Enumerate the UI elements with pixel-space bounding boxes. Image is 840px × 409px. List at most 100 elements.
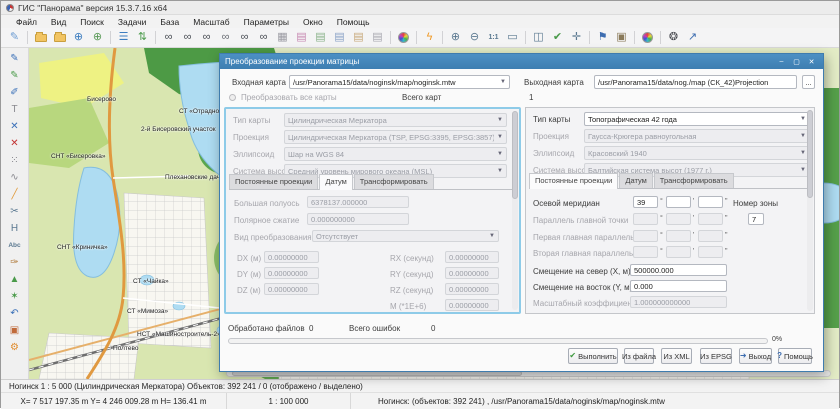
menu-item-Поиск[interactable]: Поиск bbox=[73, 16, 111, 28]
browse-button[interactable]: ... bbox=[802, 75, 815, 89]
star-icon[interactable]: ✶ bbox=[4, 289, 26, 305]
crane-icon[interactable]: T bbox=[4, 102, 26, 118]
snap-line-icon[interactable]: ∿ bbox=[4, 170, 26, 186]
dialog-maximize-button[interactable]: ▢ bbox=[790, 56, 803, 67]
horizontal-text-icon[interactable]: H bbox=[4, 221, 26, 237]
menu-item-Файл[interactable]: Файл bbox=[9, 16, 44, 28]
output-map-input[interactable]: /usr/Panorama15/data/nog./map (СК_42)Pro… bbox=[594, 75, 797, 89]
search-icon[interactable]: ∞ bbox=[159, 29, 178, 46]
view-check-icon[interactable]: ✔ bbox=[548, 29, 567, 46]
chevron-down-icon: ▼ bbox=[800, 133, 806, 139]
select-by-area-icon[interactable]: ▤ bbox=[311, 29, 330, 46]
map-scale-indicator[interactable]: 1 : 100 000 bbox=[227, 393, 351, 409]
target-tab-constants[interactable]: Постоянные проекции bbox=[529, 173, 618, 189]
scrollbar-thumb[interactable] bbox=[807, 110, 813, 198]
select-list-icon[interactable]: ▦ bbox=[273, 29, 292, 46]
menu-item-Масштаб[interactable]: Масштаб bbox=[186, 16, 236, 28]
edit-pencil-icon[interactable]: ✎ bbox=[4, 68, 26, 84]
source-panel-scrollbar[interactable] bbox=[512, 111, 518, 310]
undo-curve-icon[interactable]: ↶ bbox=[4, 306, 26, 322]
cut-object-icon[interactable]: ✂ bbox=[4, 204, 26, 220]
zone-number-input[interactable]: 7 bbox=[748, 213, 764, 225]
execute-button[interactable]: ✔ Выполнить bbox=[568, 348, 618, 364]
colorwheel-icon[interactable] bbox=[638, 29, 657, 46]
signature-icon[interactable]: ✑ bbox=[4, 255, 26, 271]
menu-item-Вид[interactable]: Вид bbox=[44, 16, 73, 28]
from-xml-button[interactable]: Из XML bbox=[661, 348, 692, 364]
split-line-icon[interactable]: ✐ bbox=[4, 85, 26, 101]
search-back-icon[interactable]: ∞ bbox=[197, 29, 216, 46]
search-object-icon[interactable]: ∞ bbox=[178, 29, 197, 46]
zoom-1-1-icon[interactable]: 1:1 bbox=[484, 29, 503, 46]
menu-item-Задачи[interactable]: Задачи bbox=[111, 16, 154, 28]
toolbar-separator bbox=[660, 31, 661, 44]
target-tab-transform[interactable]: Трансформировать bbox=[654, 173, 734, 188]
select-clear-icon[interactable]: ▤ bbox=[368, 29, 387, 46]
refresh-lightning-icon[interactable]: ϟ bbox=[420, 29, 439, 46]
orange-line-icon[interactable]: ╱ bbox=[4, 187, 26, 203]
search-repeat-icon[interactable]: ∞ bbox=[254, 29, 273, 46]
axial-meridian-sec-input[interactable] bbox=[698, 196, 723, 208]
from-epsg-button[interactable]: Из EPSG bbox=[700, 348, 732, 364]
flattening-input: 0.000000000 bbox=[307, 213, 409, 225]
help-button[interactable]: ? Помощь bbox=[778, 348, 812, 364]
open-geoportal-icon[interactable]: ⊕ bbox=[88, 29, 107, 46]
select-by-line-icon[interactable]: ▤ bbox=[330, 29, 349, 46]
image-object-icon[interactable]: ▣ bbox=[4, 323, 26, 339]
text-abc-icon[interactable]: Abc bbox=[4, 238, 26, 254]
draw-pencil-icon[interactable]: ✎ bbox=[4, 51, 26, 67]
dialog-titlebar[interactable]: Преобразование проекции матрицы – ▢ ✕ bbox=[220, 54, 823, 69]
menu-item-База[interactable]: База bbox=[153, 16, 186, 28]
node-edit-icon[interactable]: ↗ bbox=[683, 29, 702, 46]
target-tab-datum[interactable]: Датум bbox=[619, 173, 652, 188]
target-type-combo[interactable]: Топографическая 42 года▼ bbox=[584, 112, 810, 126]
target-panel-scrollbar[interactable] bbox=[807, 110, 813, 311]
east-offset-input[interactable]: 0.000 bbox=[630, 280, 727, 292]
menu-item-Помощь[interactable]: Помощь bbox=[330, 16, 377, 28]
chevron-down-icon: ▼ bbox=[489, 233, 495, 239]
menu-item-Параметры[interactable]: Параметры bbox=[237, 16, 296, 28]
search-add-icon[interactable]: ∞ bbox=[235, 29, 254, 46]
menu-item-Окно[interactable]: Окно bbox=[296, 16, 330, 28]
source-tab-transform[interactable]: Трансформировать bbox=[354, 174, 434, 189]
target-projection-combo: Гаусса-Крюгера равноугольная▼ bbox=[584, 129, 810, 143]
flag-icon[interactable]: ⚑ bbox=[593, 29, 612, 46]
topology-icon[interactable]: ⁙ bbox=[4, 153, 26, 169]
from-file-button[interactable]: Из файла bbox=[624, 348, 654, 364]
cleanup-icon[interactable]: ❂ bbox=[664, 29, 683, 46]
source-projection-combo: Цилиндрическая Меркатора (TSP, EPSG:3395… bbox=[284, 130, 507, 144]
triangle-icon[interactable]: ▲ bbox=[4, 272, 26, 288]
gear-icon[interactable]: ⚙ bbox=[4, 340, 26, 356]
open-internet-map-icon[interactable]: ⊕ bbox=[69, 29, 88, 46]
layer-order-icon[interactable]: ⇅ bbox=[133, 29, 152, 46]
color-wheel-icon bbox=[642, 32, 653, 43]
select-by-frame-icon[interactable]: ▤ bbox=[292, 29, 311, 46]
input-map-combo[interactable]: /usr/Panorama15/data/noginsk/map/noginsk… bbox=[289, 75, 510, 89]
dz-label: DZ (м) bbox=[237, 286, 261, 295]
search-continue-icon[interactable]: ∞ bbox=[216, 29, 235, 46]
open-map-icon[interactable] bbox=[31, 29, 50, 46]
panel-view-icon[interactable]: ◫ bbox=[529, 29, 548, 46]
axial-meridian-min-input[interactable] bbox=[666, 196, 691, 208]
exit-button[interactable]: ➜ Выход bbox=[739, 348, 772, 364]
zoom-in-icon[interactable]: ⊕ bbox=[446, 29, 465, 46]
move-node-icon[interactable]: ✕ bbox=[4, 119, 26, 135]
delete-object-icon[interactable]: ✕ bbox=[4, 136, 26, 152]
zoom-frame-icon[interactable]: ▭ bbox=[503, 29, 522, 46]
pan-icon[interactable]: ✛ bbox=[567, 29, 586, 46]
zoom-out-icon[interactable]: ⊖ bbox=[465, 29, 484, 46]
source-tab-constants[interactable]: Постоянные проекции bbox=[229, 174, 318, 189]
scrollbar-thumb[interactable] bbox=[512, 111, 518, 199]
layers-icon[interactable]: ☰ bbox=[114, 29, 133, 46]
dialog-minimize-button[interactable]: – bbox=[775, 56, 788, 67]
scale-factor-label: Масштабный коэффициент bbox=[533, 299, 635, 308]
source-tab-datum[interactable]: Датум bbox=[319, 174, 352, 190]
clipboard-icon[interactable]: ▣ bbox=[612, 29, 631, 46]
north-offset-input[interactable]: 500000.000 bbox=[630, 264, 727, 276]
dialog-close-button[interactable]: ✕ bbox=[805, 56, 818, 67]
palette-icon[interactable] bbox=[394, 29, 413, 46]
axial-meridian-deg-input[interactable]: 39 bbox=[633, 196, 658, 208]
new-map-icon[interactable]: ✎ bbox=[5, 29, 24, 46]
open-data-icon[interactable] bbox=[50, 29, 69, 46]
select-invert-icon[interactable]: ▤ bbox=[349, 29, 368, 46]
